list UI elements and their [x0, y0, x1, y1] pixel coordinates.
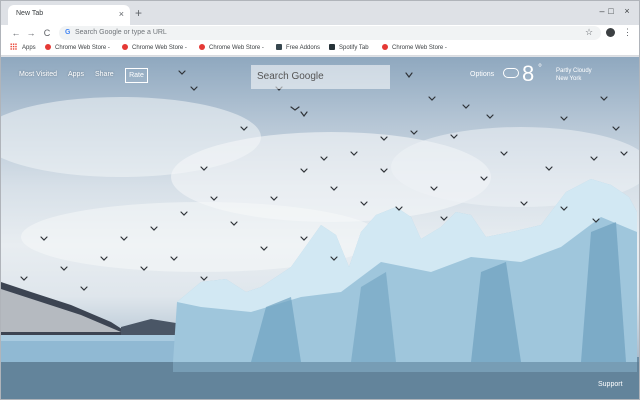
addon-icon: [276, 44, 282, 50]
bookmark-free-addons[interactable]: Free Addons: [276, 43, 320, 54]
apps-grid-icon: [10, 43, 17, 50]
tab-new-tab[interactable]: New Tab ×: [8, 5, 130, 25]
forward-button[interactable]: →: [25, 27, 37, 39]
temperature: 8: [522, 61, 535, 86]
omnibox[interactable]: G Search Google or type a URL: [59, 26, 601, 40]
google-icon: G: [65, 29, 71, 36]
bookmark-apps[interactable]: Apps: [10, 43, 36, 54]
partly-cloudy-icon: [503, 68, 519, 78]
support-link[interactable]: Support: [598, 381, 623, 388]
bookmark-label: Chrome Web Store -: [132, 45, 187, 51]
chrome-web-store-icon: [122, 44, 128, 50]
rate-button[interactable]: Rate: [125, 68, 148, 83]
new-tab-button[interactable]: +: [135, 7, 142, 19]
temperature-unit: °: [538, 63, 542, 74]
bookmark-chrome-web-store[interactable]: Chrome Web Store -: [382, 43, 447, 54]
bookmark-label: Spotify Tab: [339, 45, 369, 51]
tab-strip: New Tab × + – □ ×: [1, 1, 639, 25]
back-button[interactable]: ←: [10, 27, 22, 39]
reload-button[interactable]: C: [41, 27, 53, 39]
chrome-web-store-icon: [199, 44, 205, 50]
bookmark-label: Chrome Web Store -: [392, 45, 447, 51]
bookmark-chrome-web-store[interactable]: Chrome Web Store -: [45, 43, 110, 54]
new-tab-page: Most Visited Apps Share Rate Search Goog…: [1, 57, 639, 399]
bookmarks-bar: Apps Chrome Web Store - Chrome Web Store…: [1, 41, 639, 56]
close-tab-icon[interactable]: ×: [119, 9, 124, 19]
bookmark-star-icon[interactable]: ☆: [585, 26, 593, 38]
tab-title: New Tab: [16, 10, 44, 17]
options-link[interactable]: Options: [470, 71, 494, 78]
browser-window: New Tab × + – □ × ← → C G Search Google …: [0, 0, 640, 400]
apps-link[interactable]: Apps: [68, 71, 84, 78]
bookmark-label: Chrome Web Store -: [209, 45, 264, 51]
spotify-icon: [329, 44, 335, 50]
bookmark-spotify-tab[interactable]: Spotify Tab: [329, 43, 369, 54]
bookmark-label: Free Addons: [286, 45, 321, 51]
search-placeholder: Search Google: [257, 71, 324, 82]
weather-info: Partly Cloudy New York: [556, 67, 592, 83]
omnibox-placeholder: Search Google or type a URL: [75, 29, 167, 36]
google-search-box[interactable]: Search Google: [251, 65, 390, 89]
bookmark-chrome-web-store[interactable]: Chrome Web Store -: [122, 43, 187, 54]
profile-avatar-icon[interactable]: [606, 28, 615, 37]
weather-condition: Partly Cloudy: [556, 68, 592, 74]
close-window-button[interactable]: ×: [617, 4, 637, 18]
chrome-web-store-icon: [45, 44, 51, 50]
chrome-web-store-icon: [382, 44, 388, 50]
share-link[interactable]: Share: [95, 71, 114, 78]
most-visited-link[interactable]: Most Visited: [19, 71, 57, 78]
toolbar: ← → C G Search Google or type a URL ☆ ⋮: [1, 25, 639, 41]
bookmark-chrome-web-store[interactable]: Chrome Web Store -: [199, 43, 264, 54]
background-photo: [1, 70, 639, 399]
bookmark-label: Chrome Web Store -: [55, 45, 110, 51]
menu-icon[interactable]: ⋮: [623, 26, 632, 38]
bookmark-label: Apps: [22, 45, 36, 51]
weather-location: New York: [556, 76, 582, 82]
